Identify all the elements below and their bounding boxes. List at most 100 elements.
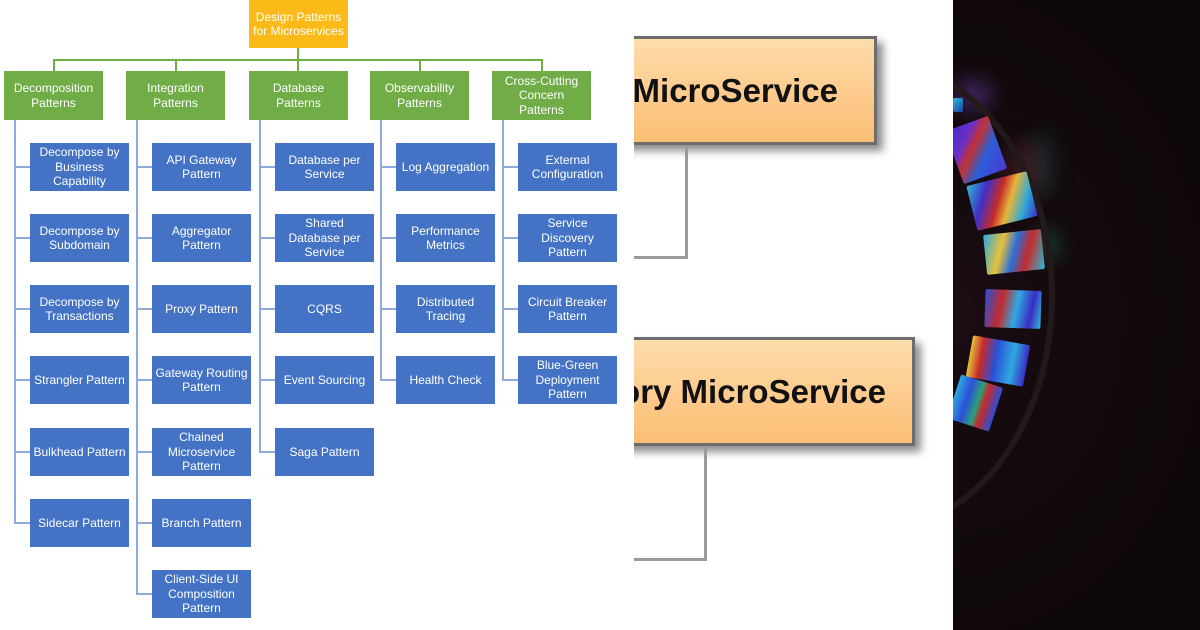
pattern-node-label: Sidecar Pattern	[38, 515, 121, 530]
pattern-node: Bulkhead Pattern	[30, 428, 129, 476]
pattern-node: Service Discovery Pattern	[518, 214, 617, 262]
pattern-node: Circuit Breaker Pattern	[518, 285, 617, 333]
connector-bottom-vertical	[704, 447, 707, 560]
pattern-node-label: Circuit Breaker Pattern	[527, 294, 608, 324]
category-branch-line	[380, 120, 382, 381]
pattern-node-label: Shared Database per Service	[288, 216, 361, 260]
pattern-node-label: Database per Service	[288, 152, 361, 182]
connector-bottom-horizontal	[634, 558, 707, 561]
pattern-node: External Configuration	[518, 143, 617, 191]
pattern-node: Distributed Tracing	[396, 285, 495, 333]
glass-pane-5	[984, 289, 1042, 329]
category-drop-line	[541, 60, 543, 71]
pattern-node-label: API Gateway Pattern	[166, 152, 237, 182]
item-connector	[136, 379, 152, 381]
pattern-node-label: Service Discovery Pattern	[541, 216, 594, 260]
pattern-node: Performance Metrics	[396, 214, 495, 262]
item-connector	[380, 166, 396, 168]
connector-top-vertical	[685, 146, 688, 258]
item-connector	[136, 593, 152, 595]
pattern-node-label: Event Sourcing	[283, 372, 366, 387]
pattern-node-label: Log Aggregation	[401, 159, 490, 174]
item-connector	[502, 237, 518, 239]
item-connector	[259, 379, 275, 381]
pattern-node: Saga Pattern	[275, 428, 374, 476]
category-node: Database Patterns	[249, 71, 348, 120]
pattern-node: Health Check	[396, 356, 495, 404]
pattern-node-label: Bulkhead Pattern	[33, 444, 126, 459]
item-connector	[259, 237, 275, 239]
pattern-node: Database per Service	[275, 143, 374, 191]
pattern-node-label: Decompose by Transactions	[39, 294, 120, 324]
category-node-label: Database Patterns	[272, 81, 325, 110]
root-node: Design Patterns for Microservices	[249, 0, 348, 48]
pattern-node: Client-Side UI Composition Pattern	[152, 570, 251, 618]
pattern-node-label: Performance Metrics	[411, 223, 480, 253]
category-node: Observability Patterns	[370, 71, 469, 120]
connector-top-horizontal	[634, 256, 688, 259]
pattern-node-label: Gateway Routing Pattern	[155, 365, 248, 395]
pattern-node-label: Decompose by Subdomain	[39, 223, 120, 253]
pattern-node: Log Aggregation	[396, 143, 495, 191]
item-connector	[14, 451, 30, 453]
item-connector	[14, 379, 30, 381]
item-connector	[259, 166, 275, 168]
category-branch-line	[259, 120, 261, 453]
item-connector	[259, 308, 275, 310]
pattern-node: Gateway Routing Pattern	[152, 356, 251, 404]
item-connector	[502, 308, 518, 310]
item-connector	[136, 451, 152, 453]
item-connector	[14, 522, 30, 524]
item-connector	[14, 308, 30, 310]
microservice-box-top: MicroService	[620, 36, 877, 145]
item-connector	[259, 451, 275, 453]
pattern-node: Shared Database per Service	[275, 214, 374, 262]
pattern-node-label: Proxy Pattern	[165, 301, 238, 316]
category-drop-line	[419, 60, 421, 71]
glass-pane-1	[953, 98, 963, 112]
pattern-node-label: Distributed Tracing	[416, 294, 475, 324]
pattern-node-label: Chained Microservice Pattern	[167, 430, 236, 474]
category-node: Integration Patterns	[126, 71, 225, 120]
pattern-node-label: External Configuration	[531, 152, 604, 182]
pattern-node-label: Blue-Green Deployment Pattern	[535, 358, 600, 402]
item-connector	[136, 522, 152, 524]
item-connector	[14, 166, 30, 168]
pattern-node-label: Saga Pattern	[289, 444, 360, 459]
category-node: Cross-Cutting Concern Patterns	[492, 71, 591, 120]
pattern-node: Aggregator Pattern	[152, 214, 251, 262]
pattern-node: Chained Microservice Pattern	[152, 428, 251, 476]
item-connector	[136, 166, 152, 168]
category-drop-line	[175, 60, 177, 71]
microservice-box-bottom: ory MicroService	[620, 337, 915, 446]
category-branch-line	[14, 120, 16, 524]
microservice-box-bottom-label: ory MicroService	[620, 372, 886, 410]
item-connector	[136, 237, 152, 239]
root-node-label: Design Patterns for Microservices	[253, 9, 344, 39]
category-node-label: Integration Patterns	[147, 81, 204, 110]
pattern-node: Decompose by Business Capability	[30, 143, 129, 191]
pattern-node-label: CQRS	[307, 301, 342, 316]
category-node-label: Decomposition Patterns	[13, 81, 94, 110]
pattern-node-label: Health Check	[409, 372, 482, 387]
pattern-node: Decompose by Subdomain	[30, 214, 129, 262]
item-connector	[136, 308, 152, 310]
pattern-node-label: Decompose by Business Capability	[39, 145, 120, 189]
item-connector	[502, 379, 518, 381]
category-node-label: Cross-Cutting Concern Patterns	[504, 73, 579, 117]
item-connector	[380, 379, 396, 381]
item-connector	[380, 308, 396, 310]
pattern-node: API Gateway Pattern	[152, 143, 251, 191]
pattern-node: Blue-Green Deployment Pattern	[518, 356, 617, 404]
item-connector	[502, 166, 518, 168]
pattern-node-label: Branch Pattern	[161, 515, 242, 530]
microservice-box-top-label: MicroService	[632, 71, 838, 109]
category-drop-line	[297, 60, 299, 71]
pattern-node: Event Sourcing	[275, 356, 374, 404]
pattern-node: Branch Pattern	[152, 499, 251, 547]
pattern-node-label: Strangler Pattern	[34, 372, 125, 387]
item-connector	[14, 237, 30, 239]
pattern-node: Proxy Pattern	[152, 285, 251, 333]
pattern-node: CQRS	[275, 285, 374, 333]
category-branch-line	[502, 120, 504, 381]
